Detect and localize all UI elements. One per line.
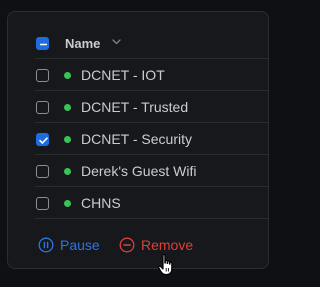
status-online-dot bbox=[64, 103, 71, 111]
row-checkbox[interactable] bbox=[36, 196, 49, 210]
row-checkbox[interactable] bbox=[36, 132, 49, 146]
row-checkbox[interactable] bbox=[36, 68, 49, 82]
status-online-dot bbox=[64, 135, 71, 143]
table-row[interactable]: DCNET - Security bbox=[8, 123, 268, 155]
pause-button-label: Pause bbox=[60, 237, 100, 253]
wifi-networks-panel: Name DCNET - IOT DCNET - Trusted DCNET -… bbox=[7, 11, 269, 276]
status-online-dot bbox=[64, 199, 71, 207]
network-name: DCNET - Security bbox=[81, 131, 192, 147]
table-row[interactable]: Derek's Guest Wifi bbox=[8, 155, 268, 187]
remove-button[interactable]: Remove bbox=[119, 236, 193, 254]
row-checkbox[interactable] bbox=[36, 100, 49, 114]
status-online-dot bbox=[64, 167, 71, 175]
checkmark-icon bbox=[39, 136, 48, 144]
pause-button[interactable]: Pause bbox=[38, 236, 100, 254]
remove-button-label: Remove bbox=[141, 237, 194, 253]
table-header: Name bbox=[8, 27, 268, 59]
table-row[interactable]: DCNET - IOT bbox=[8, 59, 268, 91]
network-name: CHNS bbox=[81, 195, 121, 211]
network-name: DCNET - Trusted bbox=[81, 99, 189, 115]
status-online-dot bbox=[64, 71, 71, 79]
pause-circle-icon bbox=[38, 237, 54, 253]
chevron-down-icon[interactable] bbox=[112, 39, 121, 45]
column-header-name[interactable]: Name bbox=[65, 36, 100, 51]
network-name: DCNET - IOT bbox=[81, 67, 165, 83]
minus-icon bbox=[40, 43, 47, 45]
hand-pointer-icon bbox=[158, 253, 173, 276]
network-name: Derek's Guest Wifi bbox=[81, 163, 197, 179]
table-row[interactable]: CHNS bbox=[8, 187, 268, 219]
minus-circle-icon bbox=[119, 237, 135, 253]
select-all-checkbox[interactable] bbox=[36, 36, 49, 50]
row-checkbox[interactable] bbox=[36, 164, 49, 178]
table-row[interactable]: DCNET - Trusted bbox=[8, 91, 268, 123]
